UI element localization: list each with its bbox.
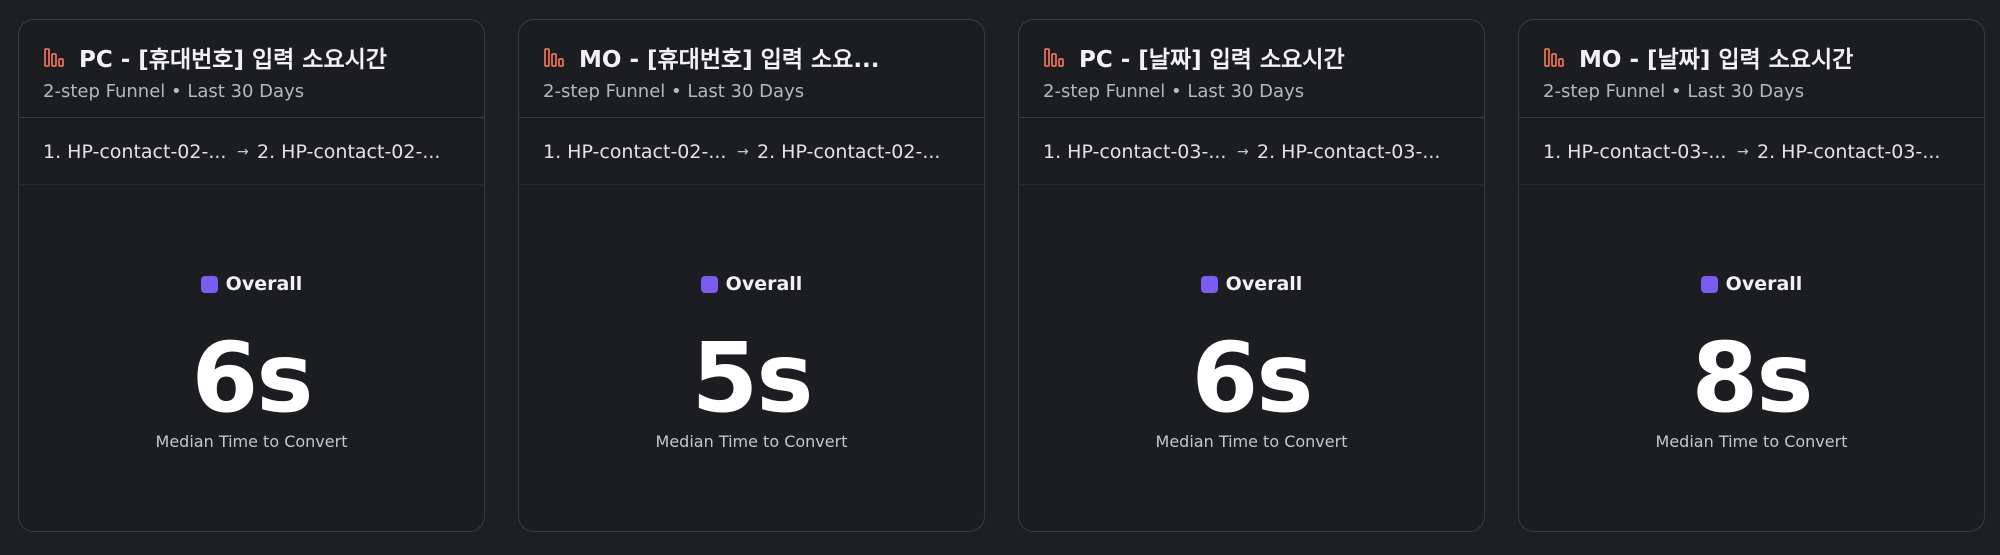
arrow-right-icon: → xyxy=(1237,144,1249,160)
legend-swatch xyxy=(200,275,218,293)
legend-swatch xyxy=(700,275,718,293)
card-title-row[interactable]: MO - [휴대번호] 입력 소요... xyxy=(543,40,964,74)
arrow-right-icon: → xyxy=(737,144,749,160)
funnel-steps: 1. HP-contact-03-... → 2. HP-contact-03-… xyxy=(1019,118,1484,185)
metric-label: Median Time to Convert xyxy=(155,432,348,451)
card-subtitle: 2-step Funnel • Last 30 Days xyxy=(43,81,305,102)
card-title[interactable]: PC - [날짜] 입력 소요시간 xyxy=(1079,40,1345,74)
dashboard-cards: PC - [휴대번호] 입력 소요시간 2-step Funnel • Last… xyxy=(0,0,2000,555)
legend-label: Overall xyxy=(1725,273,1803,295)
card-header: MO - [휴대번호] 입력 소요... 2-step Funnel • Las… xyxy=(519,20,984,118)
funnel-step-1[interactable]: 1. HP-contact-02-... xyxy=(543,141,731,163)
funnel-chart-icon xyxy=(44,48,64,67)
funnel-step-1[interactable]: 1. HP-contact-02-... xyxy=(43,141,231,163)
card-subtitle: 2-step Funnel • Last 30 Days xyxy=(1043,81,1305,102)
card-title[interactable]: MO - [휴대번호] 입력 소요... xyxy=(579,40,880,74)
legend-label: Overall xyxy=(225,273,303,295)
funnel-step-1[interactable]: 1. HP-contact-03-... xyxy=(1043,141,1231,163)
card-title[interactable]: MO - [날짜] 입력 소요시간 xyxy=(1579,40,1853,74)
funnel-step-2[interactable]: 2. HP-contact-02-... xyxy=(257,141,462,163)
metric-label: Median Time to Convert xyxy=(1155,432,1348,451)
card-header: PC - [날짜] 입력 소요시간 2-step Funnel • Last 3… xyxy=(1019,20,1484,118)
funnel-steps: 1. HP-contact-02-... → 2. HP-contact-02-… xyxy=(19,118,484,185)
legend: Overall xyxy=(19,273,484,295)
arrow-right-icon: → xyxy=(1737,144,1749,160)
metric-label: Median Time to Convert xyxy=(1655,432,1848,451)
funnel-chart-icon xyxy=(1044,48,1064,67)
card-title-row[interactable]: MO - [날짜] 입력 소요시간 xyxy=(1543,40,1964,74)
metric-value: 5s xyxy=(691,322,814,434)
funnel-step-1[interactable]: 1. HP-contact-03-... xyxy=(1543,141,1731,163)
legend-label: Overall xyxy=(725,273,803,295)
funnel-card-mo-phone[interactable]: MO - [휴대번호] 입력 소요... 2-step Funnel • Las… xyxy=(518,19,985,532)
funnel-chart-icon xyxy=(1544,48,1564,67)
funnel-steps: 1. HP-contact-03-... → 2. HP-contact-03-… xyxy=(1519,118,1984,185)
funnel-step-2[interactable]: 2. HP-contact-02-... xyxy=(757,141,962,163)
legend: Overall xyxy=(1019,273,1484,295)
legend-swatch xyxy=(1700,275,1718,293)
card-header: PC - [휴대번호] 입력 소요시간 2-step Funnel • Last… xyxy=(19,20,484,118)
card-title-row[interactable]: PC - [날짜] 입력 소요시간 xyxy=(1043,40,1464,74)
metric-value: 6s xyxy=(191,322,314,434)
metric-value: 6s xyxy=(1191,322,1314,434)
legend-label: Overall xyxy=(1225,273,1303,295)
legend: Overall xyxy=(519,273,984,295)
funnel-steps: 1. HP-contact-02-... → 2. HP-contact-02-… xyxy=(519,118,984,185)
arrow-right-icon: → xyxy=(237,144,249,160)
metric-label: Median Time to Convert xyxy=(655,432,848,451)
funnel-card-mo-date[interactable]: MO - [날짜] 입력 소요시간 2-step Funnel • Last 3… xyxy=(1518,19,1985,532)
metric-value: 8s xyxy=(1691,322,1814,434)
legend: Overall xyxy=(1519,273,1984,295)
funnel-step-2[interactable]: 2. HP-contact-03-... xyxy=(1257,141,1462,163)
funnel-card-pc-date[interactable]: PC - [날짜] 입력 소요시간 2-step Funnel • Last 3… xyxy=(1018,19,1485,532)
legend-swatch xyxy=(1200,275,1218,293)
card-header: MO - [날짜] 입력 소요시간 2-step Funnel • Last 3… xyxy=(1519,20,1984,118)
funnel-step-2[interactable]: 2. HP-contact-03-... xyxy=(1757,141,1962,163)
funnel-card-pc-phone[interactable]: PC - [휴대번호] 입력 소요시간 2-step Funnel • Last… xyxy=(18,19,485,532)
card-subtitle: 2-step Funnel • Last 30 Days xyxy=(1543,81,1805,102)
card-subtitle: 2-step Funnel • Last 30 Days xyxy=(543,81,805,102)
funnel-chart-icon xyxy=(544,48,564,67)
card-title[interactable]: PC - [휴대번호] 입력 소요시간 xyxy=(79,40,387,74)
card-title-row[interactable]: PC - [휴대번호] 입력 소요시간 xyxy=(43,40,464,74)
